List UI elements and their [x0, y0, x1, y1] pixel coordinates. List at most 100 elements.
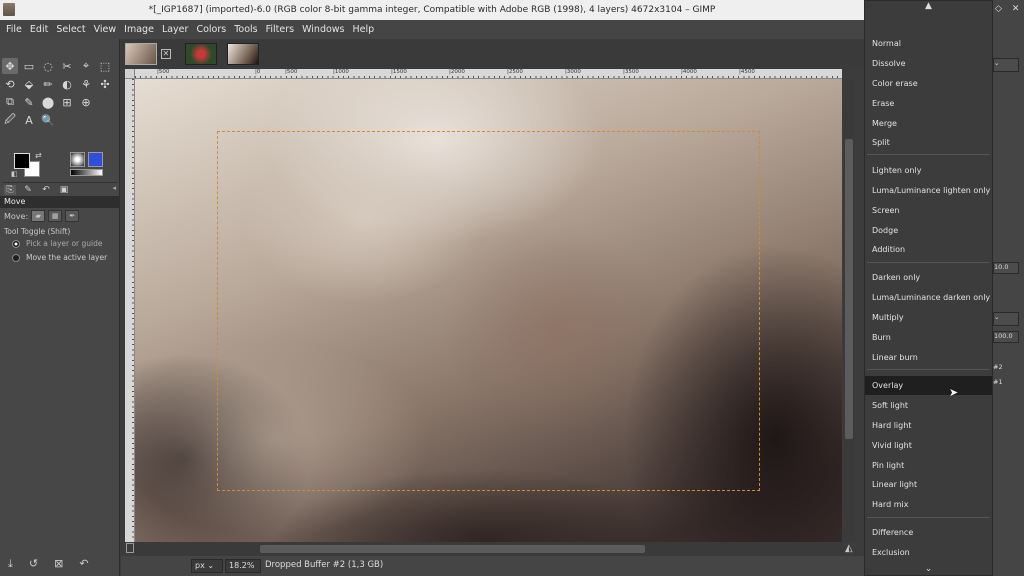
reset-options-icon[interactable]: ↶ [79, 557, 88, 571]
blend-merge[interactable]: Merge [865, 114, 992, 133]
menu-colors[interactable]: Colors [192, 20, 230, 39]
fuzzy-select-tool-icon[interactable]: ✂ [59, 58, 75, 74]
images-tab-icon[interactable]: ▣ [58, 185, 70, 195]
image-thumbnail[interactable] [185, 43, 217, 65]
window-close-icon[interactable]: ✕ [1012, 4, 1020, 14]
save-options-icon[interactable]: ⤓ [8, 557, 13, 571]
dock-dropdown[interactable]: ⌄ [993, 58, 1019, 72]
blend-burn[interactable]: Burn [865, 328, 992, 347]
blend-linear-burn[interactable]: Linear burn [865, 348, 992, 367]
unit-select[interactable]: px ⌄ [191, 559, 223, 573]
radio-pick-layer[interactable]: Pick a layer or guide [12, 239, 103, 248]
dock-spin-field[interactable]: 10.0 [993, 262, 1019, 274]
menu-image[interactable]: Image [120, 20, 158, 39]
ruler-corner[interactable] [125, 69, 135, 79]
move-path-mode-icon[interactable]: ✒ [65, 210, 80, 222]
device-status-tab-icon[interactable]: ✎ [22, 185, 34, 195]
move-tool-icon[interactable]: ✥ [2, 58, 18, 74]
blend-color-erase[interactable]: Color erase [865, 74, 992, 93]
menu-help[interactable]: Help [349, 20, 379, 39]
smudge-tool-icon[interactable]: ✣ [97, 76, 113, 92]
menu-view[interactable]: View [90, 20, 121, 39]
blend-normal[interactable]: Normal [865, 34, 992, 53]
blend-lighten-only[interactable]: Lighten only [865, 161, 992, 180]
radio-move-active[interactable]: Move the active layer [12, 253, 107, 262]
warp-tool-icon[interactable]: ⟲ [2, 76, 18, 92]
blend-addition[interactable]: Addition [865, 240, 992, 259]
menu-select[interactable]: Select [52, 20, 89, 39]
opacity-field[interactable]: 100.0 [993, 331, 1019, 343]
restore-options-icon[interactable]: ↺ [29, 557, 38, 571]
blend-dissolve[interactable]: Dissolve [865, 54, 992, 73]
zoom-select[interactable]: 18.2% ⌄ [225, 559, 261, 576]
horizontal-ruler[interactable]: |500 |0 |500 |1000 |1500 |2000 |2500 |30… [135, 69, 842, 79]
blend-difference[interactable]: Difference [865, 523, 992, 542]
foreground-select-tool-icon[interactable]: ⧉ [2, 94, 18, 110]
scrollbar-thumb[interactable] [260, 545, 645, 553]
align-tool-icon[interactable]: ⊕ [78, 94, 94, 110]
image-thumbnail[interactable] [125, 43, 157, 65]
scroll-up-arrow-icon[interactable]: ▲ [865, 1, 992, 11]
blend-soft-light[interactable]: Soft light [865, 396, 992, 415]
image-canvas[interactable] [135, 79, 842, 542]
lasso-tool-icon[interactable]: ◌ [40, 58, 56, 74]
menu-file[interactable]: File [2, 20, 26, 39]
blend-hard-light[interactable]: Hard light [865, 416, 992, 435]
navigate-icon[interactable]: ◭ [845, 543, 853, 554]
panel-menu-icon[interactable]: ◂ [112, 184, 116, 192]
bucket-fill-tool-icon[interactable]: ⬙ [21, 76, 37, 92]
brush-preview-icon[interactable] [70, 152, 85, 167]
blend-luma-darken-only[interactable]: Luma/Luminance darken only [865, 288, 992, 307]
dock-dropdown[interactable]: ⌄ [993, 312, 1019, 326]
gradient-preview-icon[interactable] [70, 169, 103, 176]
color-picker-tool-icon[interactable]: ⬤ [40, 94, 56, 110]
foreground-color-swatch[interactable] [14, 153, 30, 169]
rect-select-tool-icon[interactable]: ▭ [21, 58, 37, 74]
close-tab-icon[interactable]: ✕ [161, 49, 171, 59]
eraser-tool-icon[interactable]: ◐ [59, 76, 75, 92]
menu-filters[interactable]: Filters [262, 20, 298, 39]
measure-tool-icon[interactable]: ⊞ [59, 94, 75, 110]
reset-colors-icon[interactable]: ◧ [11, 170, 18, 178]
radio-off-icon[interactable] [12, 253, 20, 262]
horizontal-scrollbar[interactable] [135, 542, 843, 556]
blend-erase[interactable]: Erase [865, 94, 992, 113]
vertical-scrollbar[interactable] [843, 79, 855, 542]
zoom-tool-icon[interactable]: 🔍 [40, 112, 56, 128]
radio-on-icon[interactable] [12, 239, 20, 248]
layer-row[interactable]: #2 [993, 363, 1019, 375]
menu-windows[interactable]: Windows [298, 20, 348, 39]
quick-mask-icon[interactable] [126, 543, 134, 553]
blend-darken-only[interactable]: Darken only [865, 268, 992, 287]
blend-exclusion[interactable]: Exclusion [865, 543, 992, 562]
scrollbar-thumb[interactable] [845, 139, 853, 439]
blend-split[interactable]: Split [865, 133, 992, 152]
move-selection-mode-icon[interactable]: ▦ [48, 210, 63, 222]
undo-history-tab-icon[interactable]: ↶ [40, 185, 52, 195]
blend-luma-lighten-only[interactable]: Luma/Luminance lighten only [865, 181, 992, 200]
move-layer-mode-icon[interactable]: ▰ [31, 210, 46, 222]
window-menu-icon[interactable]: ◇ [995, 4, 1002, 14]
menu-tools[interactable]: Tools [230, 20, 261, 39]
layer-row[interactable]: #1 [993, 378, 1019, 390]
blend-linear-light[interactable]: Linear light [865, 475, 992, 494]
blend-screen[interactable]: Screen [865, 201, 992, 220]
tool-options-tab-icon[interactable]: ⎘ [4, 184, 16, 195]
blend-hard-mix[interactable]: Hard mix [865, 495, 992, 514]
image-thumbnail[interactable] [227, 43, 259, 65]
paths-tool-icon[interactable]: ✎ [21, 94, 37, 110]
pencil-tool-icon[interactable]: 🖉 [2, 112, 18, 128]
blend-pin-light[interactable]: Pin light [865, 456, 992, 475]
menu-edit[interactable]: Edit [26, 20, 52, 39]
swap-colors-icon[interactable]: ⇄ [35, 151, 42, 160]
clone-tool-icon[interactable]: ⚘ [78, 76, 94, 92]
vertical-ruler[interactable] [125, 79, 135, 542]
pattern-preview-icon[interactable] [88, 152, 103, 167]
delete-options-icon[interactable]: ⊠ [54, 557, 63, 571]
menu-layer[interactable]: Layer [158, 20, 193, 39]
crop-tool-icon[interactable]: ⌖ [78, 58, 94, 74]
blend-dodge[interactable]: Dodge [865, 221, 992, 240]
blend-overlay[interactable]: Overlay [865, 376, 992, 395]
blend-multiply[interactable]: Multiply [865, 308, 992, 327]
transform-tool-icon[interactable]: ⬚ [97, 58, 113, 74]
